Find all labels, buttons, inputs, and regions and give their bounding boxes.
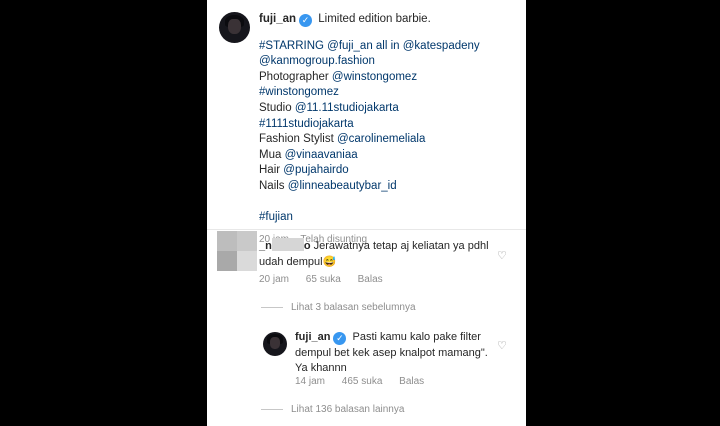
view-more-replies[interactable]: Lihat 136 balasan lainnya bbox=[261, 404, 404, 415]
heart-icon[interactable]: ♡ bbox=[497, 249, 507, 262]
caption-line[interactable]: #1111studiojakarta bbox=[259, 117, 521, 133]
verified-badge-icon: ✓ bbox=[333, 332, 347, 345]
caption-hashtag[interactable]: #fujian bbox=[259, 210, 521, 226]
reply-reply-button[interactable]: Balas bbox=[399, 376, 424, 387]
comment: _n o Jerawatnya tetap aj keliatan ya pdhl… bbox=[259, 238, 499, 270]
verified-badge-icon: ✓ bbox=[299, 14, 313, 27]
post-author-username[interactable]: fuji_an bbox=[259, 13, 296, 25]
caption-line: Nails @linneabeautybar_id bbox=[259, 179, 397, 192]
comment-time: 20 jam bbox=[259, 274, 290, 285]
caption-line: Hair @pujahairdo bbox=[259, 164, 349, 177]
reply-author-avatar[interactable] bbox=[263, 332, 287, 356]
post-caption: fuji_an ✓ Limited edition barbie. #STARRI… bbox=[259, 12, 521, 247]
caption-line[interactable]: @kanmogroup.fashion bbox=[259, 54, 521, 70]
reply-meta: 14 jam 465 suka Balas bbox=[295, 376, 438, 387]
commenter-avatar[interactable] bbox=[217, 231, 257, 271]
reply-author-username[interactable]: fuji_an bbox=[295, 331, 330, 343]
comment-meta: 20 jam 65 suka Balas bbox=[259, 274, 397, 285]
divider bbox=[207, 229, 526, 230]
comments-panel: fuji_an ✓ Limited edition barbie. #STARRI… bbox=[207, 0, 526, 426]
view-previous-replies[interactable]: Lihat 3 balasan sebelumnya bbox=[261, 302, 416, 313]
caption-line[interactable]: #STARRING @fuji_an all in @katespadeny bbox=[259, 39, 521, 55]
caption-line[interactable]: #winstongomez bbox=[259, 85, 521, 101]
reply-time: 14 jam bbox=[295, 376, 326, 387]
post-title: Limited edition barbie. bbox=[318, 13, 431, 25]
reply-likes[interactable]: 465 suka bbox=[342, 376, 383, 387]
comment-likes[interactable]: 65 suka bbox=[306, 274, 341, 285]
caption-line: Photographer @winstongomez bbox=[259, 70, 418, 83]
commenter-username[interactable]: _n o bbox=[259, 238, 311, 252]
post-author-avatar[interactable] bbox=[219, 12, 250, 43]
caption-line: Studio @11.11studiojakarta bbox=[259, 101, 399, 114]
username-censor-block bbox=[271, 238, 304, 251]
heart-icon[interactable]: ♡ bbox=[497, 339, 507, 352]
reply: fuji_an ✓ Pasti kamu kalo pake filter dem… bbox=[295, 330, 495, 377]
caption-line: Mua @vinaavaniaa bbox=[259, 148, 358, 161]
comment-reply-button[interactable]: Balas bbox=[358, 274, 383, 285]
caption-line: Fashion Stylist @carolinemeliala bbox=[259, 133, 426, 146]
